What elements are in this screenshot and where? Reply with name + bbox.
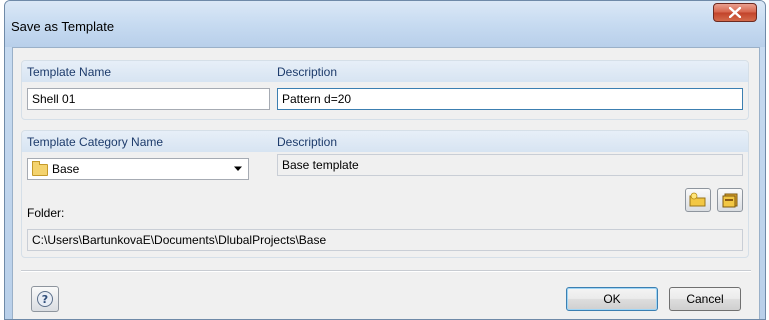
template-group-header: Template Name Description [22,61,748,82]
delete-category-button[interactable] [717,188,743,212]
category-selected-value: Base [52,162,80,176]
ok-button[interactable]: OK [566,287,658,311]
template-description-field[interactable]: Pattern d=20 [277,88,743,110]
close-icon [729,7,741,18]
delete-folder-icon [722,193,738,208]
button-row-separator [21,270,751,271]
cancel-button[interactable]: Cancel [669,287,741,311]
close-button[interactable] [713,3,757,22]
category-description-header: Description [277,135,338,149]
help-button[interactable]: ? [31,286,59,312]
new-category-button[interactable] [685,188,711,212]
template-description-header: Description [277,65,338,79]
category-name-header: Template Category Name [27,135,164,149]
category-group-header: Template Category Name Description [22,131,748,152]
dialog-client-area: Template Name Description Shell 01 Patte… [12,47,760,319]
template-name-header: Template Name [27,65,112,79]
category-description-field: Base template [277,154,743,176]
chevron-down-icon[interactable] [230,161,246,177]
save-template-dialog: Save as Template Template Name Descripti… [4,0,766,320]
template-group: Template Name Description Shell 01 Patte… [21,60,749,120]
svg-text:?: ? [42,293,48,306]
template-name-field[interactable]: Shell 01 [27,88,270,110]
new-folder-icon [689,192,706,207]
folder-label: Folder: [27,206,65,220]
category-group: Template Category Name Description Base … [21,130,749,258]
help-icon: ? [37,291,53,307]
folder-path-field: C:\Users\BartunkovaE\Documents\DlubalPro… [27,229,743,251]
folder-icon [32,161,48,176]
dialog-title: Save as Template [11,19,115,34]
title-bar[interactable]: Save as Template [5,1,765,47]
category-select[interactable]: Base [27,158,249,180]
